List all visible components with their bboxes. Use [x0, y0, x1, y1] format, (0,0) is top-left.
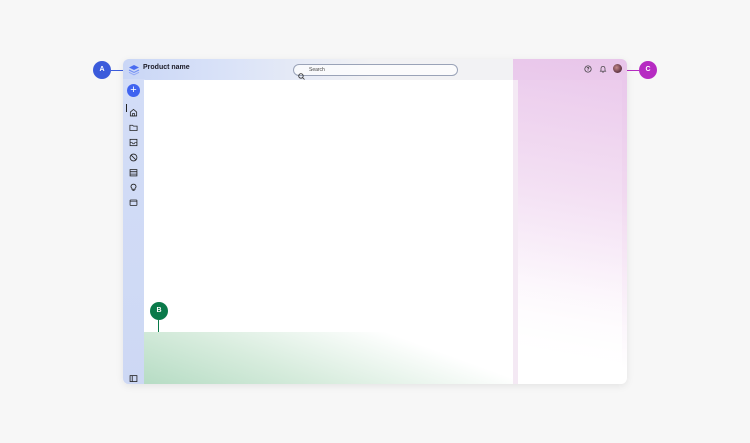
sidebar-collapse-toggle[interactable] — [129, 370, 138, 382]
sidebar-item-calendar[interactable] — [129, 164, 138, 177]
folder-icon — [129, 124, 138, 131]
blocked-icon — [129, 153, 138, 162]
product-name[interactable]: Product name — [143, 64, 190, 71]
avatar-image — [613, 64, 622, 73]
lightbulb-icon — [130, 183, 137, 191]
sidebar-item-folder[interactable] — [129, 119, 138, 131]
user-avatar[interactable] — [613, 64, 622, 73]
sidebar-item-inbox[interactable] — [129, 134, 138, 147]
right-panel-content — [518, 80, 622, 384]
search-placeholder: Search — [309, 67, 325, 73]
calendar-icon — [129, 169, 138, 177]
sidebar-item-window[interactable] — [129, 194, 138, 206]
top-bar: Product name Search — [123, 59, 627, 80]
callout-c: C — [639, 61, 657, 79]
top-right-icons — [583, 64, 622, 73]
active-indicator — [126, 104, 127, 112]
callout-b: B — [150, 302, 168, 320]
app-window: Product name Search + — [123, 59, 627, 384]
add-button[interactable]: + — [127, 84, 140, 97]
home-icon — [129, 108, 138, 117]
sidebar-item-blocked[interactable] — [129, 149, 138, 162]
callout-a: A — [93, 61, 111, 79]
search-icon — [298, 67, 305, 80]
help-icon[interactable] — [583, 64, 592, 73]
sidebar-item-ideas[interactable] — [129, 179, 138, 191]
add-icon: + — [130, 84, 137, 96]
window-icon — [129, 199, 138, 206]
product-logo-icon[interactable] — [128, 63, 140, 76]
callout-c-connector — [626, 70, 639, 71]
panel-toggle-icon — [129, 375, 138, 382]
callout-b-connector — [158, 320, 159, 332]
notification-bell-icon[interactable] — [598, 64, 607, 73]
sidebar-item-home[interactable] — [129, 104, 138, 117]
bottom-gradient-region — [144, 332, 514, 384]
search-input[interactable]: Search — [293, 64, 458, 80]
inbox-icon — [129, 138, 138, 147]
